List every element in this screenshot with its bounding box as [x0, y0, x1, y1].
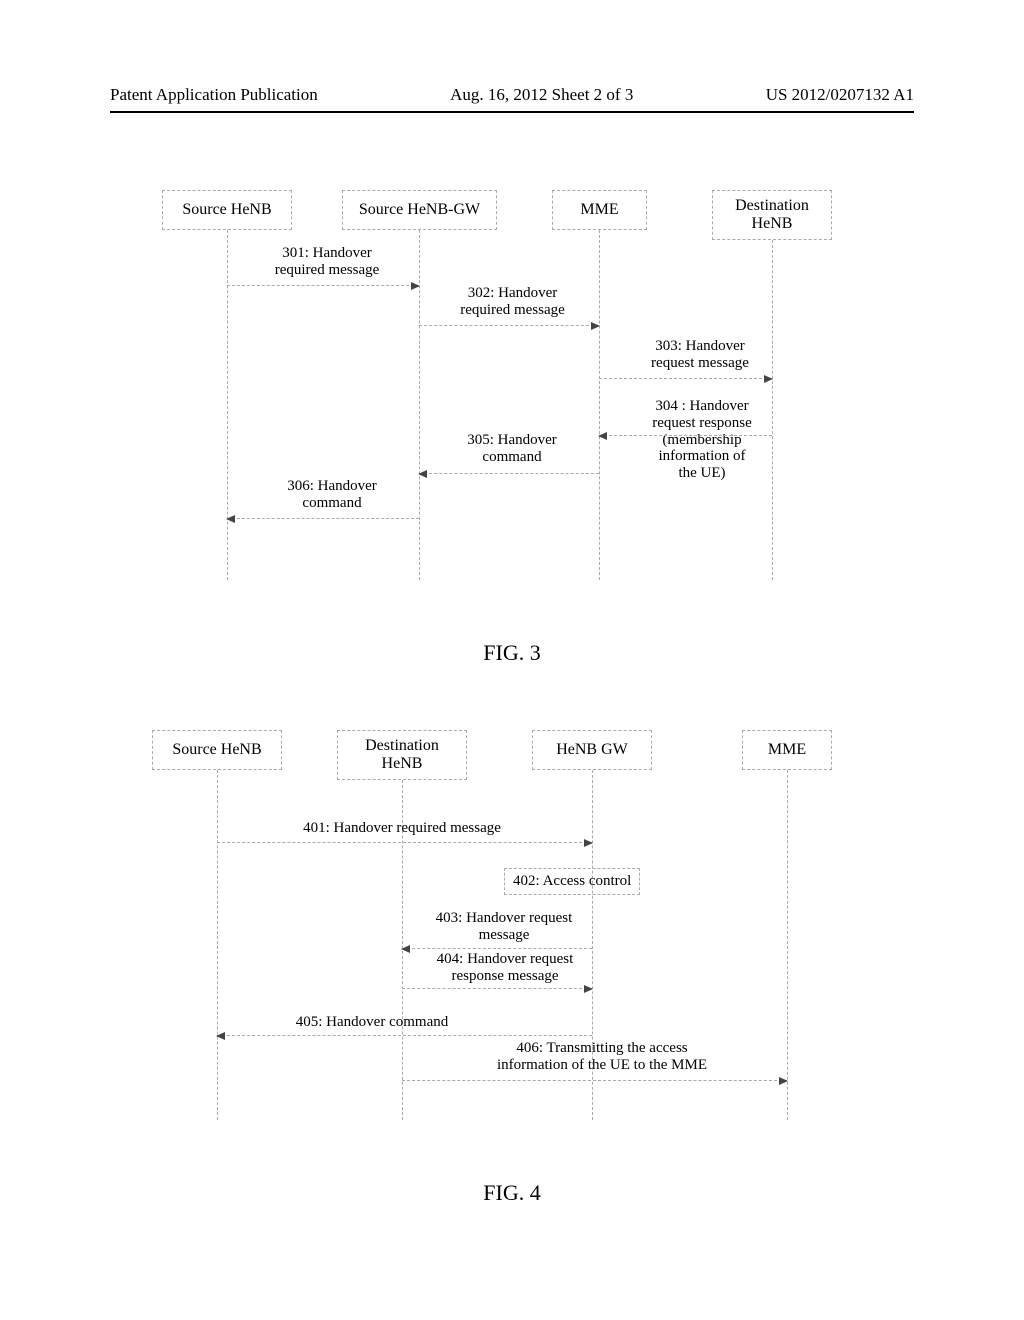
fig3-msg-302: 302: Handoverrequired message: [430, 285, 595, 319]
fig3-msg-305: 305: Handovercommand: [442, 432, 582, 466]
figure-3-diagram: Source HeNB Source HeNB-GW MME Destinati…: [162, 180, 862, 600]
fig4-node-dest-henb: Destination HeNB: [337, 730, 467, 780]
figure-4-diagram: Source HeNB Destination HeNB HeNB GW MME…: [152, 720, 872, 1140]
header-rule: [110, 111, 914, 113]
fig3-arrow-304: [599, 435, 772, 436]
header-center: Aug. 16, 2012 Sheet 2 of 3: [450, 85, 633, 105]
fig3-arrow-301: [227, 285, 419, 286]
fig3-msg-304: 304 : Handoverrequest response(membershi…: [622, 398, 782, 482]
fig4-node-mme: MME: [742, 730, 832, 770]
fig4-lifeline-mme: [787, 770, 788, 1120]
fig4-msg-405: 405: Handover command: [262, 1014, 482, 1031]
fig4-msg-401: 401: Handover required message: [252, 820, 552, 837]
fig4-arrow-404: [402, 988, 592, 989]
fig3-node-dest-henb: Destination HeNB: [712, 190, 832, 240]
fig3-lifeline-src-henb: [227, 230, 228, 580]
header-left: Patent Application Publication: [110, 85, 318, 105]
fig3-arrow-306: [227, 518, 419, 519]
fig4-msg-406: 406: Transmitting the accessinformation …: [442, 1040, 762, 1074]
fig3-msg-303: 303: Handoverrequest message: [625, 338, 775, 372]
fig3-arrow-305: [419, 473, 599, 474]
fig4-arrow-401: [217, 842, 592, 843]
fig4-node-henb-gw: HeNB GW: [532, 730, 652, 770]
fig3-lifeline-mme: [599, 230, 600, 580]
page-header: Patent Application Publication Aug. 16, …: [0, 85, 1024, 105]
fig4-msg-403: 403: Handover requestmessage: [414, 910, 594, 944]
fig3-arrow-303: [599, 378, 772, 379]
fig3-node-mme: MME: [552, 190, 647, 230]
fig4-arrow-405: [217, 1035, 592, 1036]
figure-4-caption: FIG. 4: [483, 1180, 540, 1206]
fig4-lifeline-src-henb: [217, 770, 218, 1120]
fig3-node-source-henb-gw: Source HeNB-GW: [342, 190, 497, 230]
fig3-msg-301: 301: Handoverrequired message: [247, 245, 407, 279]
fig3-arrow-302: [419, 325, 599, 326]
fig4-arrow-406: [402, 1080, 787, 1081]
fig4-arrow-403: [402, 948, 592, 949]
fig3-node-source-henb: Source HeNB: [162, 190, 292, 230]
fig4-node-source-henb: Source HeNB: [152, 730, 282, 770]
fig4-note-402: 402: Access control: [504, 868, 640, 895]
fig4-msg-404: 404: Handover requestresponse message: [410, 951, 600, 985]
figure-3-caption: FIG. 3: [483, 640, 540, 666]
fig3-msg-306: 306: Handovercommand: [262, 478, 402, 512]
header-right: US 2012/0207132 A1: [766, 85, 914, 105]
